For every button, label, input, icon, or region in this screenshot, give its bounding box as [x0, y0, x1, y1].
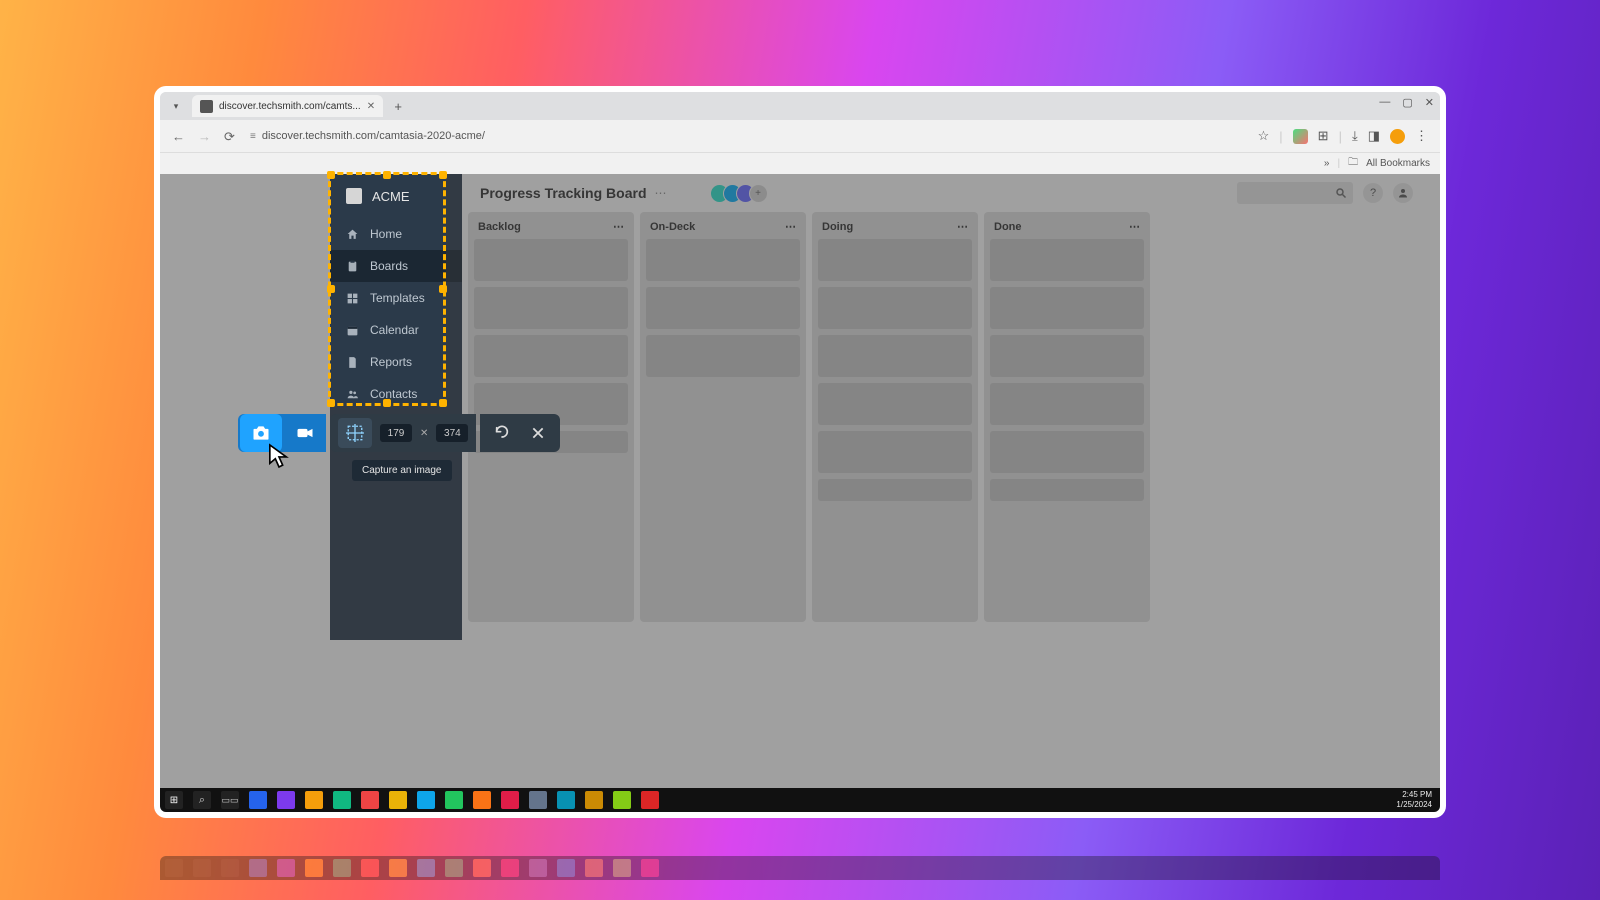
taskbar-app-icon[interactable]: [613, 791, 631, 809]
profile-avatar[interactable]: [1390, 129, 1405, 144]
calendar-icon: [346, 324, 359, 337]
clipboard-icon: [346, 260, 359, 273]
maximize-icon[interactable]: ▢: [1402, 96, 1412, 109]
sidebar-item-templates[interactable]: Templates: [330, 282, 462, 314]
new-tab-button[interactable]: +: [389, 97, 407, 115]
close-icon: [531, 426, 545, 440]
minimize-icon[interactable]: —: [1379, 96, 1390, 109]
close-window-icon[interactable]: ✕: [1425, 96, 1434, 109]
menu-icon[interactable]: ⋮: [1415, 128, 1428, 144]
taskbar-app-icon[interactable]: [473, 791, 491, 809]
tab-favicon: [200, 100, 213, 113]
taskbar-app-icon[interactable]: [277, 791, 295, 809]
taskbar-app-icon[interactable]: [445, 791, 463, 809]
forward-button[interactable]: →: [198, 129, 212, 143]
extension-icon[interactable]: [1293, 129, 1308, 144]
taskbar-app-icon[interactable]: [557, 791, 575, 809]
taskbar-app-icon[interactable]: [641, 791, 659, 809]
close-icon[interactable]: ✕: [367, 101, 375, 112]
crosshair-icon: [346, 424, 364, 442]
sidebar-item-label: Contacts: [370, 387, 417, 401]
brand-name: ACME: [372, 189, 410, 204]
sidepanel-icon[interactable]: ◨: [1368, 128, 1380, 144]
address-bar: ← → ⟳ ≡ discover.techsmith.com/camtasia-…: [160, 120, 1440, 152]
system-tray-clock[interactable]: 2:45 PM 1/25/2024: [1396, 790, 1432, 810]
template-icon: [346, 292, 359, 305]
brand[interactable]: ACME: [330, 174, 462, 218]
reflection: [160, 840, 1440, 880]
cancel-button[interactable]: [524, 414, 552, 452]
clock-time: 2:45 PM: [1396, 790, 1432, 800]
undo-icon: [494, 425, 510, 441]
browser-tab[interactable]: discover.techsmith.com/camts... ✕: [192, 95, 383, 117]
tab-title: discover.techsmith.com/camts...: [219, 101, 361, 112]
height-input[interactable]: 374: [436, 424, 468, 442]
sidebar-item-boards[interactable]: Boards: [330, 250, 462, 282]
people-icon: [346, 388, 359, 401]
back-button[interactable]: ←: [172, 129, 186, 143]
sidebar-item-label: Home: [370, 227, 402, 241]
sidebar-item-label: Boards: [370, 259, 408, 273]
home-icon: [346, 228, 359, 241]
url-field[interactable]: ≡ discover.techsmith.com/camtasia-2020-a…: [250, 130, 1246, 142]
taskbar-app-icon[interactable]: [529, 791, 547, 809]
star-icon[interactable]: ☆: [1258, 128, 1270, 144]
video-icon: [295, 423, 315, 443]
taskbar-app-icon[interactable]: [585, 791, 603, 809]
capture-toolbar: 179 ✕ 374: [238, 414, 560, 452]
start-button[interactable]: ⊞: [165, 791, 183, 809]
windows-taskbar[interactable]: ⊞ ⌕ ▭▭ 2:45 PM 1/25/2024: [160, 788, 1440, 812]
reload-button[interactable]: ⟳: [224, 129, 238, 143]
clock-date: 1/25/2024: [1396, 800, 1432, 810]
sidebar-item-calendar[interactable]: Calendar: [330, 314, 462, 346]
promo-frame: ▾ discover.techsmith.com/camts... ✕ + — …: [154, 86, 1446, 818]
undo-button[interactable]: [488, 414, 516, 452]
sidebar-item-label: Templates: [370, 291, 425, 305]
capture-video-button[interactable]: [284, 414, 326, 452]
brand-logo: [346, 188, 362, 204]
document-icon: [346, 356, 359, 369]
sidebar-item-reports[interactable]: Reports: [330, 346, 462, 378]
extensions-icon[interactable]: ⊞: [1318, 128, 1329, 144]
page-content: ACME Home Boards Templates: [160, 174, 1440, 788]
taskbar-app-icon[interactable]: [501, 791, 519, 809]
taskbar-app-icon[interactable]: [305, 791, 323, 809]
downloads-icon[interactable]: ⤓: [1352, 128, 1358, 144]
capture-image-button[interactable]: [240, 414, 282, 452]
sidebar-item-home[interactable]: Home: [330, 218, 462, 250]
taskbar-app-icon[interactable]: [361, 791, 379, 809]
tab-strip: ▾ discover.techsmith.com/camts... ✕ + — …: [160, 92, 1440, 120]
dimension-separator: ✕: [420, 428, 428, 439]
taskbar-app-icon[interactable]: [389, 791, 407, 809]
tab-list-dropdown[interactable]: ▾: [168, 98, 184, 114]
search-button[interactable]: ⌕: [193, 791, 211, 809]
sidebar-item-label: Calendar: [370, 323, 419, 337]
sidebar-item-label: Reports: [370, 355, 412, 369]
url-text: discover.techsmith.com/camtasia-2020-acm…: [262, 130, 485, 142]
width-input[interactable]: 179: [380, 424, 412, 442]
taskbar-app-icon[interactable]: [417, 791, 435, 809]
all-bookmarks-link[interactable]: All Bookmarks: [1366, 158, 1430, 169]
camera-icon: [251, 423, 271, 443]
bookmarks-overflow-icon[interactable]: »: [1324, 158, 1330, 169]
tooltip: Capture an image: [352, 460, 452, 481]
folder-icon: 🗀: [1348, 155, 1358, 172]
region-select-button[interactable]: [338, 418, 372, 448]
taskbar-app-icon[interactable]: [333, 791, 351, 809]
browser-window: ▾ discover.techsmith.com/camts... ✕ + — …: [160, 92, 1440, 812]
taskbar-app-icon[interactable]: [249, 791, 267, 809]
task-view-button[interactable]: ▭▭: [221, 791, 239, 809]
bookmarks-bar: » | 🗀 All Bookmarks: [160, 152, 1440, 174]
